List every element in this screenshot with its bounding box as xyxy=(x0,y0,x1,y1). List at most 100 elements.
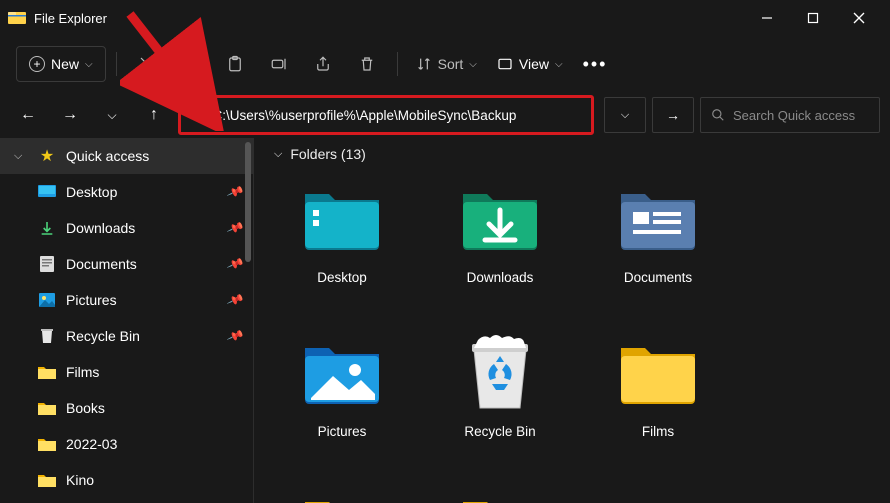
folder-icon xyxy=(38,399,56,417)
folder-icon xyxy=(38,471,56,489)
toolbar: + New ⌵ Sort ⌵ View ⌵ ••• xyxy=(0,36,890,92)
content-pane: ⌵ Folders (13) Desktop Downloads xyxy=(254,138,890,503)
app-icon xyxy=(8,9,26,27)
cut-button[interactable] xyxy=(127,46,167,82)
folder-label: Documents xyxy=(624,270,692,285)
folder-icon xyxy=(460,488,540,503)
titlebar: File Explorer xyxy=(0,0,890,36)
paste-button[interactable] xyxy=(215,46,255,82)
pictures-folder-icon xyxy=(302,334,382,412)
recycle-icon xyxy=(38,327,56,345)
sidebar-item-label: Documents xyxy=(66,256,218,272)
up-button[interactable]: ↑ xyxy=(136,97,172,133)
sidebar-item-pictures[interactable]: Pictures 📌 xyxy=(0,282,253,318)
chevron-down-icon: ⌵ xyxy=(469,59,477,70)
pin-icon: 📌 xyxy=(226,327,245,345)
documents-folder-icon xyxy=(618,180,698,258)
sort-label: Sort xyxy=(438,56,464,72)
section-header-label: Folders (13) xyxy=(290,146,365,162)
more-button[interactable]: ••• xyxy=(575,46,616,82)
sidebar-item-books[interactable]: Books xyxy=(0,390,253,426)
folder-books[interactable]: Books xyxy=(268,480,416,503)
scrollbar[interactable] xyxy=(245,142,251,262)
sidebar-item-desktop[interactable]: Desktop 📌 xyxy=(0,174,253,210)
sidebar-item-kino[interactable]: Kino xyxy=(0,462,253,498)
folder-icon xyxy=(38,435,56,453)
pin-icon: 📌 xyxy=(226,219,245,237)
address-dropdown-button[interactable]: ⌵ xyxy=(604,97,646,133)
downloads-folder-icon xyxy=(460,180,540,258)
view-label: View xyxy=(519,56,549,72)
separator xyxy=(116,52,117,76)
sidebar-item-label: Kino xyxy=(66,472,243,488)
chevron-down-icon: ⌵ xyxy=(555,59,563,70)
star-icon: ★ xyxy=(191,106,204,124)
sidebar-item-label: Desktop xyxy=(66,184,218,200)
folder-pictures[interactable]: Pictures xyxy=(268,326,416,476)
search-placeholder: Search Quick access xyxy=(733,108,855,123)
delete-button[interactable] xyxy=(347,46,387,82)
sidebar-item-label: Recycle Bin xyxy=(66,328,218,344)
new-button[interactable]: + New ⌵ xyxy=(16,46,106,82)
folder-2022-03[interactable]: 2022-03 xyxy=(426,480,574,503)
section-header[interactable]: ⌵ Folders (13) xyxy=(268,146,876,162)
pin-icon: 📌 xyxy=(226,183,245,201)
sort-button[interactable]: Sort ⌵ xyxy=(408,46,485,82)
folder-label: Films xyxy=(642,424,674,439)
sidebar-item-label: 2022-03 xyxy=(66,436,243,452)
folder-icon xyxy=(302,488,382,503)
desktop-folder-icon xyxy=(302,180,382,258)
search-icon xyxy=(711,108,725,122)
new-label: New xyxy=(51,56,79,72)
recycle-bin-icon xyxy=(460,334,540,412)
share-button[interactable] xyxy=(303,46,343,82)
desktop-icon xyxy=(38,183,56,201)
address-path: C:\Users\%userprofile%\Apple\MobileSync\… xyxy=(212,108,516,123)
folder-icon xyxy=(38,363,56,381)
copy-button[interactable] xyxy=(171,46,211,82)
sidebar-item-2022-03[interactable]: 2022-03 xyxy=(0,426,253,462)
sidebar-item-quick-access[interactable]: ⌵ ★ Quick access xyxy=(0,138,253,174)
sidebar-item-label: Books xyxy=(66,400,243,416)
sidebar-item-documents[interactable]: Documents 📌 xyxy=(0,246,253,282)
forward-button[interactable]: → xyxy=(52,97,88,133)
close-button[interactable] xyxy=(836,0,882,36)
sidebar-item-label: Quick access xyxy=(66,148,243,164)
download-icon xyxy=(38,219,56,237)
view-button[interactable]: View ⌵ xyxy=(489,46,571,82)
go-button[interactable]: → xyxy=(652,97,694,133)
recent-button[interactable]: ⌵ xyxy=(94,97,130,133)
chevron-down-icon: ⌵ xyxy=(274,148,282,161)
maximize-button[interactable] xyxy=(790,0,836,36)
sidebar: ⌵ ★ Quick access Desktop 📌 Downloads 📌 D… xyxy=(0,138,254,503)
folder-icon xyxy=(618,334,698,412)
folder-films[interactable]: Films xyxy=(584,326,732,476)
pin-icon: 📌 xyxy=(226,291,245,309)
rename-button[interactable] xyxy=(259,46,299,82)
folder-label: Recycle Bin xyxy=(464,424,535,439)
chevron-down-icon: ⌵ xyxy=(85,59,93,70)
picture-icon xyxy=(38,291,56,309)
folder-downloads[interactable]: Downloads xyxy=(426,172,574,322)
folder-label: Desktop xyxy=(317,270,367,285)
pin-icon: 📌 xyxy=(226,255,245,273)
sidebar-item-label: Films xyxy=(66,364,243,380)
folder-desktop[interactable]: Desktop xyxy=(268,172,416,322)
window-title: File Explorer xyxy=(34,11,107,26)
address-bar[interactable]: ★ C:\Users\%userprofile%\Apple\MobileSyn… xyxy=(178,95,594,135)
folder-recycle-bin[interactable]: Recycle Bin xyxy=(426,326,574,476)
sidebar-item-downloads[interactable]: Downloads 📌 xyxy=(0,210,253,246)
star-icon: ★ xyxy=(38,147,56,165)
document-icon xyxy=(38,255,56,273)
folder-documents[interactable]: Documents xyxy=(584,172,732,322)
sidebar-item-label: Downloads xyxy=(66,220,218,236)
separator xyxy=(397,52,398,76)
plus-icon: + xyxy=(29,56,45,72)
sidebar-item-label: Pictures xyxy=(66,292,218,308)
sidebar-item-films[interactable]: Films xyxy=(0,354,253,390)
back-button[interactable]: ← xyxy=(10,97,46,133)
sidebar-item-recycle-bin[interactable]: Recycle Bin 📌 xyxy=(0,318,253,354)
search-input[interactable]: Search Quick access xyxy=(700,97,880,133)
navbar: ← → ⌵ ↑ ★ C:\Users\%userprofile%\Apple\M… xyxy=(0,92,890,138)
minimize-button[interactable] xyxy=(744,0,790,36)
